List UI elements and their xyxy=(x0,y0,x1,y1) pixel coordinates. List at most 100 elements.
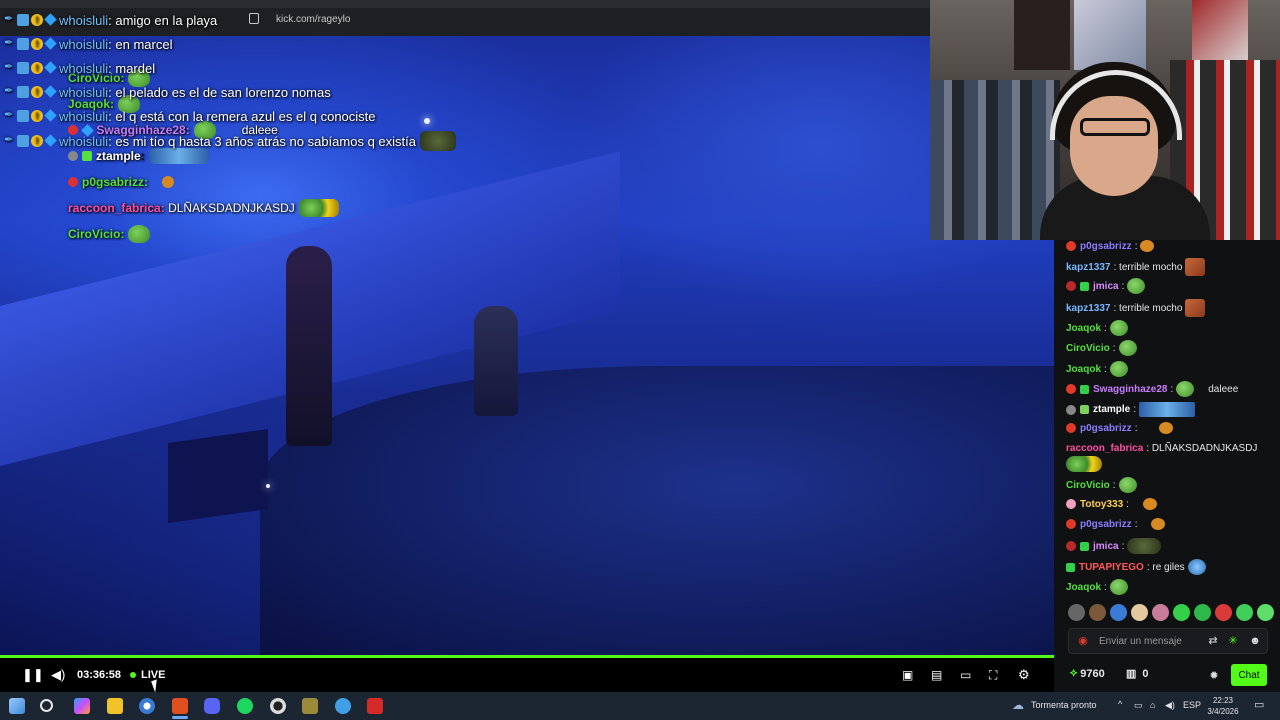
search-icon[interactable] xyxy=(40,699,53,712)
settings-gear-icon[interactable]: ✹ xyxy=(1208,670,1220,682)
weather-icon: ☁ xyxy=(1012,698,1024,712)
cube-badge-icon xyxy=(44,85,57,98)
points-icon: ⟡ xyxy=(1070,667,1078,679)
app-icon[interactable] xyxy=(335,698,351,714)
windows-taskbar: ☁ Tormenta pronto ^ ▭ ⌂ ◀) ESP 22:23 3/4… xyxy=(0,692,1280,720)
chat-message: Joaqok: xyxy=(1066,320,1128,336)
player-settings-button[interactable]: ⚙ xyxy=(1018,667,1030,683)
pause-button[interactable]: ❚❚ xyxy=(22,667,44,683)
points-value: 9760 xyxy=(1080,667,1105,680)
brave-browser-icon[interactable] xyxy=(172,698,188,714)
badge-icon xyxy=(1066,281,1076,291)
chat-username: Joaqok xyxy=(1066,322,1102,334)
emoji-icon[interactable]: ☻ xyxy=(1249,635,1261,647)
emote-icon[interactable] xyxy=(1068,604,1085,621)
overlay-chat-row: ✒! whoisluli: el q está con la remera az… xyxy=(4,108,376,124)
chat-send-button[interactable]: Chat xyxy=(1231,664,1267,686)
chat-text: daleee xyxy=(1208,383,1239,395)
speaker-icon[interactable]: ◀) xyxy=(1165,700,1175,711)
overlay-secondary-row: raccoon_fabrica: DLÑAKSDADNJKASDJ xyxy=(68,198,339,218)
spotify-icon[interactable] xyxy=(237,698,253,714)
language-indicator[interactable]: ESP xyxy=(1183,700,1201,710)
emote-icon[interactable] xyxy=(1089,604,1106,621)
user-badge-icon[interactable]: ◉ xyxy=(1077,635,1089,647)
file-explorer-icon[interactable] xyxy=(107,698,123,714)
chat-input[interactable] xyxy=(1099,633,1195,649)
clip-button[interactable]: ▤ xyxy=(931,667,942,683)
emote-icon[interactable] xyxy=(1257,604,1274,621)
badge-icon xyxy=(1066,519,1076,529)
chat-message: CiroVicio: xyxy=(1066,477,1137,493)
url-bar[interactable]: kick.com/rageylo xyxy=(276,14,350,25)
chat-username: CiroVicio xyxy=(1066,479,1110,491)
chat-username: TUPAPIYEGO xyxy=(1079,561,1144,573)
live-indicator[interactable]: LIVE xyxy=(130,667,165,683)
wave-emote-icon xyxy=(1139,402,1196,417)
fullscreen-button[interactable]: ⛶ xyxy=(989,667,997,683)
emote-icon[interactable] xyxy=(1194,604,1211,621)
clothes-rack xyxy=(930,80,1060,240)
discord-icon[interactable] xyxy=(204,698,220,714)
start-icon[interactable] xyxy=(9,698,25,714)
live-label: LIVE xyxy=(141,669,166,681)
stream-time: 03:36:58 xyxy=(77,669,122,681)
chat-username: kapz1337 xyxy=(1066,302,1111,314)
overlay-chat-message: es mi tío q hasta 3 años atrás no sabíam… xyxy=(115,133,416,149)
emote-icon[interactable] xyxy=(1152,604,1169,621)
sub-badge-icon xyxy=(1080,541,1089,551)
overlay-chat-row: ✒! whoisluli: es mi tío q hasta 3 años a… xyxy=(4,131,456,151)
chat-username: p0gsabrizz xyxy=(1080,422,1132,434)
sub-badge-icon xyxy=(1080,405,1089,414)
cube-badge-icon xyxy=(44,37,57,50)
chat-input-box[interactable]: ◉ ⇄ ✳ ☻ xyxy=(1068,628,1268,654)
emote-icon xyxy=(1142,498,1157,510)
chat-message: jmica: xyxy=(1066,278,1146,294)
sword-badge-icon: ✒ xyxy=(4,85,14,97)
sub-badge-icon xyxy=(1066,562,1075,572)
copilot-icon[interactable] xyxy=(74,698,90,714)
emote-icon[interactable] xyxy=(1173,604,1190,621)
channel-points[interactable]: ⟡ 9760 xyxy=(1070,667,1105,680)
volume-button[interactable]: ◀) xyxy=(51,667,65,683)
chat-message-list[interactable]: p0gsabrizz: kapz1337: terrible mocho jmi… xyxy=(1054,240,1280,600)
coin-badge-icon: ! xyxy=(31,135,43,147)
overlay-chat-user: whoisluli xyxy=(59,84,109,100)
chat-username: ztample xyxy=(1093,404,1131,415)
chat-username: Joaqok xyxy=(1066,363,1102,375)
emote-icon[interactable] xyxy=(1236,604,1253,621)
wall-poster xyxy=(1074,0,1146,70)
edge-browser-icon[interactable] xyxy=(139,698,155,714)
sub-badge-icon xyxy=(17,38,29,50)
app-icon[interactable] xyxy=(302,698,318,714)
theater-button[interactable]: ▭ xyxy=(960,667,971,683)
badge-icon xyxy=(1066,541,1076,551)
chat-username: p0gsabrizz xyxy=(1080,240,1132,252)
emote-icon[interactable] xyxy=(1110,604,1127,621)
sword-badge-icon: ✒ xyxy=(4,13,14,25)
emote-icon xyxy=(1159,422,1174,434)
network-tray-icon[interactable]: ▭ xyxy=(1134,700,1143,711)
bookmark-icon[interactable] xyxy=(249,13,259,24)
emote-icon[interactable] xyxy=(1131,604,1148,621)
translate-icon[interactable]: ⇄ xyxy=(1207,635,1219,647)
weather-text[interactable]: Tormenta pronto xyxy=(1031,700,1097,710)
kick-emote-icon[interactable]: ✳ xyxy=(1227,635,1239,647)
overlay-secondary-user: raccoon_fabrica xyxy=(68,201,161,215)
voicemeeter-icon[interactable] xyxy=(367,698,383,714)
emote-icon[interactable] xyxy=(1215,604,1232,621)
chat-username: kapz1337 xyxy=(1066,261,1111,273)
cube-badge-icon xyxy=(44,13,57,26)
notifications-icon[interactable]: ▭ xyxy=(1254,698,1264,711)
pip-button[interactable]: ▣ xyxy=(902,667,913,683)
tray-chevron-icon[interactable]: ^ xyxy=(1118,699,1122,709)
chat-message: CiroVicio: xyxy=(1066,340,1137,356)
cube-badge-icon xyxy=(44,134,57,147)
stage-light xyxy=(266,484,270,488)
gift-counter[interactable]: ▥ 0 xyxy=(1126,667,1149,681)
obs-icon[interactable] xyxy=(270,698,286,714)
chat-text: terrible mocho xyxy=(1119,261,1183,273)
chat-username: raccoon_fabrica xyxy=(1066,443,1144,454)
overlay-chat-message: el pelado es el de san lorenzo nomas xyxy=(115,84,331,100)
taskbar-clock[interactable]: 22:23 3/4/2026 xyxy=(1205,695,1241,717)
wifi-icon[interactable]: ⌂ xyxy=(1150,700,1155,710)
